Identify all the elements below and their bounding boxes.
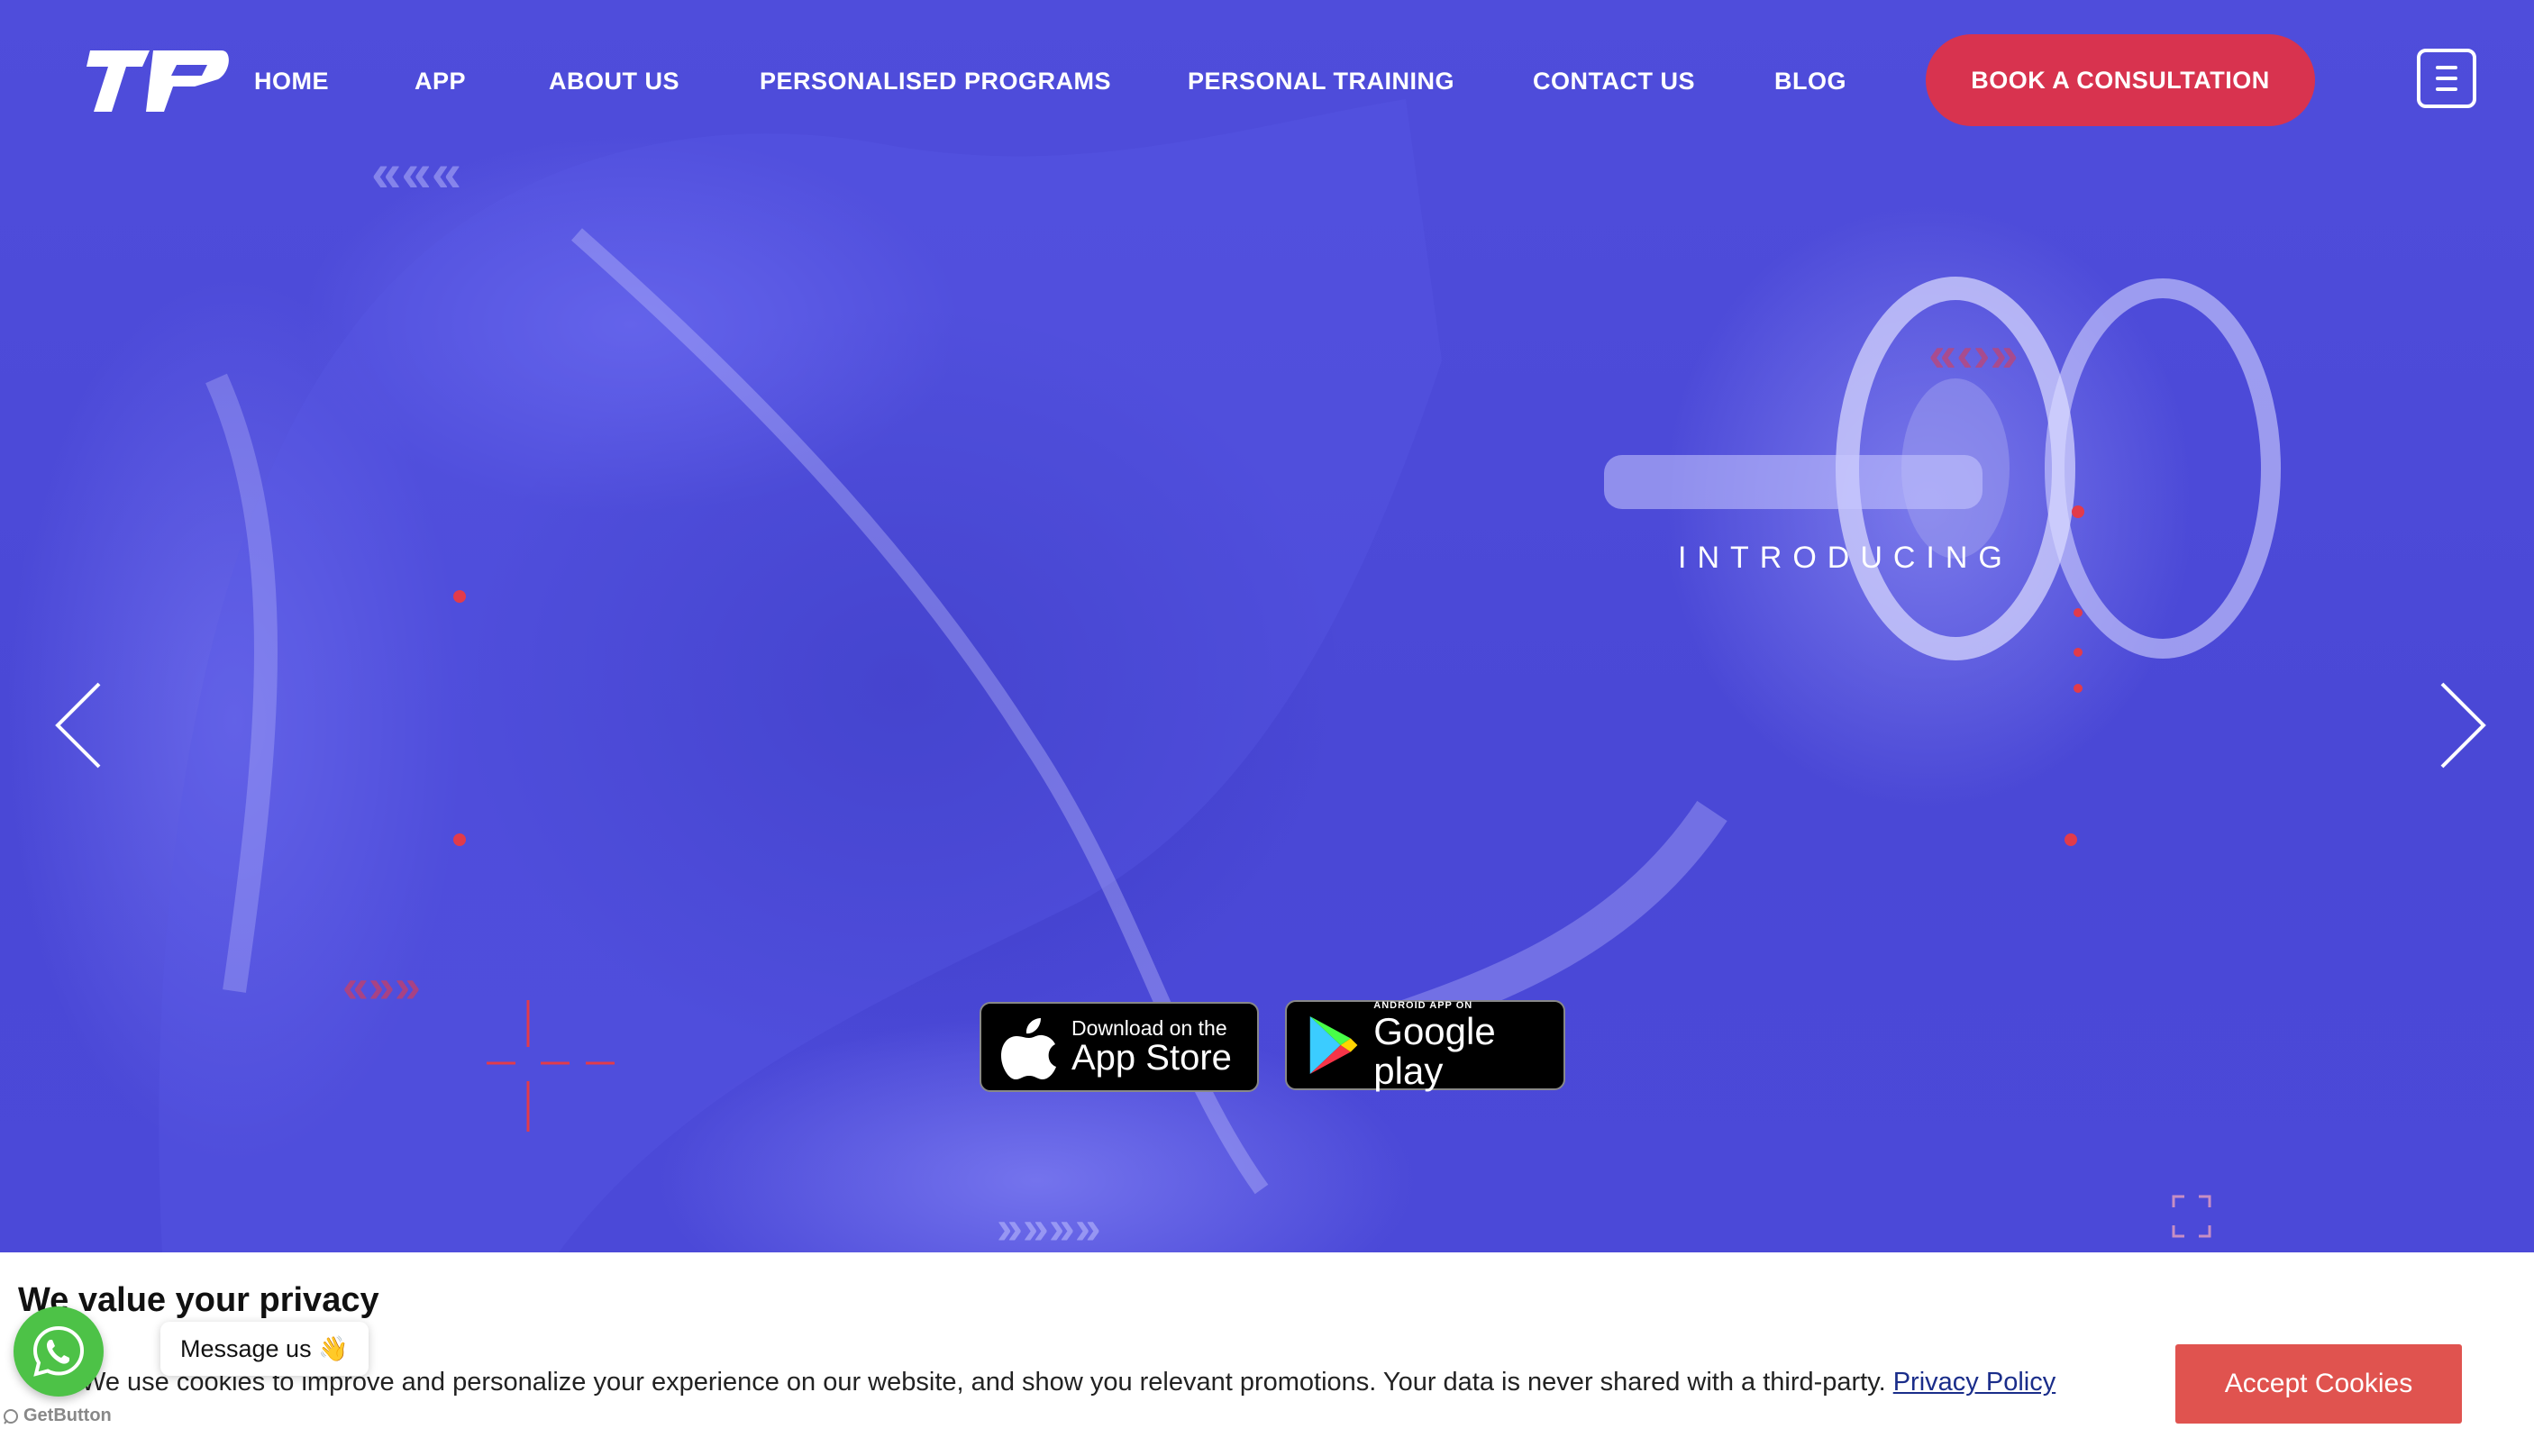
getbutton-label: GetButton — [23, 1406, 112, 1425]
cookie-message: We use cookies to improve and personaliz… — [81, 1368, 2055, 1397]
slider-prev-arrow-icon[interactable] — [52, 680, 106, 770]
svg-text:«»»: «»» — [342, 960, 421, 1013]
google-play-icon — [1309, 1016, 1358, 1074]
getbutton-credit[interactable]: GetButton — [2, 1406, 112, 1426]
cookie-banner — [0, 1252, 2534, 1456]
apple-icon — [1001, 1018, 1056, 1079]
nav-contact-us[interactable]: CONTACT US — [1533, 65, 1695, 97]
slider-next-arrow-icon[interactable] — [2435, 680, 2489, 770]
nav-app[interactable]: APP — [415, 65, 466, 97]
hero-slider: ««« «»» «‹›» »»»» HOME APP ABOUT US PERS… — [0, 0, 2534, 1252]
nav-personal-training[interactable]: PERSONAL TRAINING — [1188, 65, 1454, 97]
whatsapp-button[interactable] — [14, 1306, 104, 1397]
nav-about-us[interactable]: ABOUT US — [549, 65, 679, 97]
main-navigation: HOME APP ABOUT US PERSONALISED PROGRAMS … — [0, 0, 2534, 162]
accept-cookies-button[interactable]: Accept Cookies — [2175, 1344, 2462, 1424]
whatsapp-icon — [32, 1325, 85, 1377]
hamburger-menu-icon[interactable] — [2417, 49, 2476, 108]
hero-background-image: ««« «»» «‹›» »»»» — [159, 99, 2281, 1252]
app-store-small-text: Download on the — [1071, 1016, 1227, 1040]
hero-eyebrow: INTRODUCING — [1678, 541, 2013, 575]
google-play-big-text: Google play — [1373, 1010, 1496, 1092]
svg-text:«‹›»: «‹›» — [1928, 325, 2019, 382]
google-play-badge[interactable]: ANDROID APP ON Google play — [1285, 1000, 1565, 1092]
privacy-policy-link[interactable]: Privacy Policy — [1893, 1368, 2056, 1397]
app-store-badge[interactable]: Download on the App Store — [980, 1002, 1259, 1092]
getbutton-logo-icon — [4, 1408, 18, 1424]
nav-home[interactable]: HOME — [254, 65, 329, 97]
book-consultation-button[interactable]: BOOK A CONSULTATION — [1926, 34, 2315, 126]
svg-text:»»»»: »»»» — [997, 1202, 1101, 1252]
app-store-big-text: App Store — [1071, 1038, 1232, 1078]
nav-blog[interactable]: BLOG — [1774, 65, 1846, 97]
nav-personalised-programs[interactable]: PERSONALISED PROGRAMS — [760, 65, 1111, 97]
whatsapp-message-bubble[interactable]: Message us 👋 — [160, 1322, 369, 1376]
